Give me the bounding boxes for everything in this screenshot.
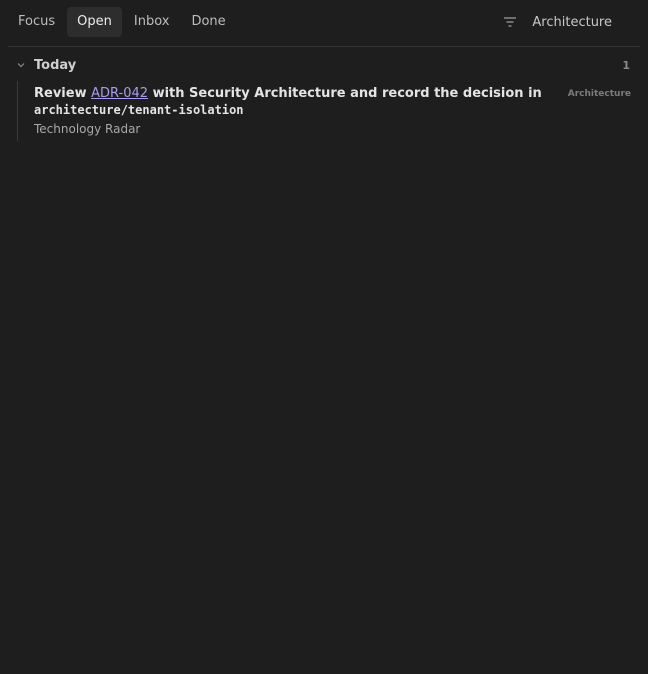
adr-link[interactable]: ADR-042 bbox=[91, 86, 148, 101]
task-row[interactable]: Review ADR-042 with Security Architectur… bbox=[17, 81, 638, 141]
toolbar-divider bbox=[8, 46, 640, 47]
task-title[interactable]: Review ADR-042 with Security Architectur… bbox=[34, 85, 554, 119]
tab-done[interactable]: Done bbox=[181, 7, 235, 37]
tab-open[interactable]: Open bbox=[67, 7, 122, 37]
task-tag[interactable]: Architecture bbox=[568, 89, 631, 99]
task-title-middle: with Security Architecture and record th… bbox=[148, 86, 542, 101]
tab-focus[interactable]: Focus bbox=[8, 7, 65, 37]
toolbar: Focus Open Inbox Done Architecture bbox=[0, 0, 648, 46]
group-header-today[interactable]: Today 1 bbox=[8, 54, 640, 76]
filter-value[interactable]: Architecture bbox=[532, 15, 612, 30]
tab-inbox[interactable]: Inbox bbox=[124, 7, 180, 37]
group-count: 1 bbox=[622, 58, 630, 72]
filter-area: Architecture bbox=[502, 7, 612, 37]
task-project[interactable]: Technology Radar bbox=[34, 122, 140, 136]
chevron-down-icon[interactable] bbox=[15, 59, 27, 71]
view-tabs: Focus Open Inbox Done bbox=[8, 7, 236, 37]
group-title: Today bbox=[34, 57, 77, 73]
task-code-path: architecture/tenant-isolation bbox=[34, 103, 244, 117]
task-title-prefix: Review bbox=[34, 86, 92, 101]
filter-icon[interactable] bbox=[502, 14, 518, 30]
